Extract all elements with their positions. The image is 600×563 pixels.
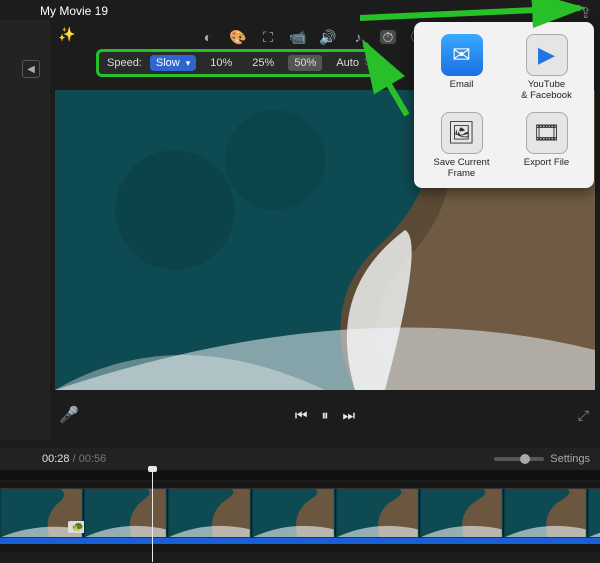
pause-button[interactable]: ⏸ bbox=[322, 407, 329, 424]
share-export-file[interactable]: 🎞 Export File bbox=[507, 112, 586, 180]
speed-icon[interactable]: ⏱ bbox=[380, 30, 396, 44]
speed-dropdown[interactable]: Slow ▾ bbox=[150, 55, 196, 71]
smart-label: Sm bbox=[364, 56, 381, 68]
clip[interactable]: 🐢 bbox=[0, 488, 600, 538]
share-email-label: Email bbox=[450, 80, 474, 91]
audio-track[interactable] bbox=[0, 538, 600, 544]
clip-thumb bbox=[336, 489, 420, 537]
next-button[interactable]: ⏭ bbox=[343, 407, 356, 424]
mail-icon: ✉ bbox=[441, 34, 483, 76]
color-balance-icon[interactable]: ◐ bbox=[200, 30, 216, 44]
clip-thumb bbox=[84, 489, 168, 537]
back-button[interactable]: ◀ bbox=[22, 60, 40, 78]
stabilize-icon[interactable]: 📹 bbox=[290, 30, 306, 44]
zoom-slider[interactable]: Settings bbox=[494, 453, 590, 465]
share-ytfb-label: YouTube & Facebook bbox=[521, 80, 572, 102]
clip-thumb bbox=[168, 489, 252, 537]
playhead[interactable] bbox=[152, 470, 153, 562]
share-file-label: Export File bbox=[524, 158, 569, 169]
share-save-frame[interactable]: 🖼 Save Current Frame bbox=[422, 112, 501, 180]
share-email[interactable]: ✉ Email bbox=[422, 34, 501, 102]
settings-button[interactable]: Settings bbox=[550, 453, 590, 465]
share-youtube-facebook[interactable]: ▶ YouTube & Facebook bbox=[507, 34, 586, 102]
film-icon: 🎞 bbox=[526, 112, 568, 154]
speed-10[interactable]: 10% bbox=[204, 55, 238, 71]
crop-icon[interactable]: ⛶ bbox=[260, 30, 276, 44]
speed-label: Speed: bbox=[107, 57, 142, 69]
clip-thumb bbox=[588, 489, 600, 537]
speed-dropdown-value: Slow bbox=[156, 57, 180, 69]
preview-controls: 🎤 ⏮ ⏸ ⏭ ⤢ bbox=[55, 400, 595, 430]
left-strip bbox=[0, 20, 50, 440]
volume-icon[interactable]: 🔊 bbox=[320, 30, 336, 44]
timeline[interactable]: 🐢 bbox=[0, 482, 600, 552]
expand-icon[interactable]: ⤢ bbox=[578, 407, 589, 424]
clip-thumb bbox=[504, 489, 588, 537]
share-frame-label: Save Current Frame bbox=[422, 158, 501, 180]
image-icon: 🖼 bbox=[441, 112, 483, 154]
prev-button[interactable]: ⏮ bbox=[295, 407, 308, 424]
play-icon: ▶ bbox=[526, 34, 568, 76]
noise-icon[interactable]: ♪ bbox=[350, 30, 366, 44]
speed-50[interactable]: 50% bbox=[288, 55, 322, 71]
chevron-down-icon: ▾ bbox=[186, 58, 191, 69]
speed-25[interactable]: 25% bbox=[246, 55, 280, 71]
color-correct-icon[interactable]: 🎨 bbox=[230, 30, 246, 44]
speed-bar: Speed: Slow ▾ 10% 25% 50% Auto bbox=[96, 49, 376, 77]
clip-thumb bbox=[252, 489, 336, 537]
share-popover: ✉ Email ▶ YouTube & Facebook 🖼 Save Curr… bbox=[414, 22, 594, 188]
total-time: 00:56 bbox=[79, 453, 107, 465]
timeline-ruler[interactable] bbox=[0, 470, 600, 480]
adjust-toolbar: ◐ 🎨 ⛶ 📹 🔊 ♪ ⏱ ⓘ bbox=[200, 30, 426, 44]
current-time: 00:28 bbox=[42, 453, 70, 465]
time-row: 00:28 / 00:56 Settings bbox=[0, 448, 600, 470]
transport-controls: ⏮ ⏸ ⏭ bbox=[295, 407, 355, 424]
wand-icon[interactable]: ✨ bbox=[58, 26, 75, 43]
time-display: 00:28 / 00:56 bbox=[42, 453, 106, 465]
clip-thumb: 🐢 bbox=[0, 489, 84, 537]
speed-auto[interactable]: Auto bbox=[330, 55, 365, 71]
project-title: My Movie 19 bbox=[40, 4, 108, 18]
clip-thumb bbox=[420, 489, 504, 537]
mic-icon[interactable]: 🎤 bbox=[59, 405, 79, 425]
